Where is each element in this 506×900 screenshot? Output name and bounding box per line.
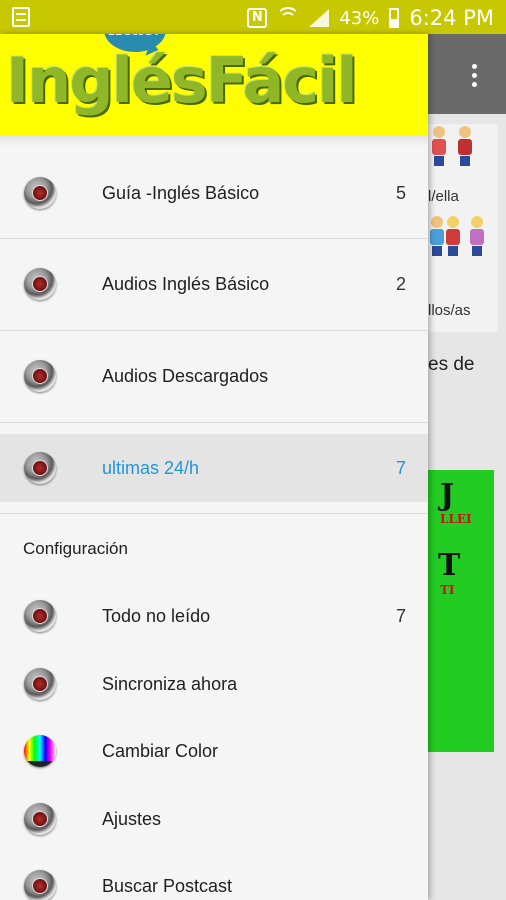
menu-item-cambiar-color[interactable]: Cambiar Color: [0, 717, 428, 785]
menu-item-label: Sincroniza ahora: [102, 674, 238, 694]
app-notification-icon: [12, 7, 30, 27]
menu-item-label: ultimas 24/h: [102, 458, 200, 478]
menu-item-label: Cambiar Color: [102, 741, 219, 761]
recent-icon: [24, 452, 56, 484]
status-bar: N 43% 6:24 PM: [0, 0, 506, 34]
menu-item-buscar-postcast[interactable]: Buscar Postcast: [0, 852, 428, 900]
settings-icon: [24, 803, 56, 835]
card-word: LLEI: [440, 512, 472, 526]
menu-item-audios[interactable]: Audios Inglés Básico 2: [0, 239, 428, 329]
menu-item-count: 5: [395, 183, 406, 203]
wifi-icon: [276, 7, 301, 27]
menu-item-sincroniza[interactable]: Sincroniza ahora: [0, 650, 428, 718]
battery-icon: [389, 8, 400, 28]
nfc-icon: N: [247, 8, 268, 28]
search-icon: [24, 870, 56, 900]
mail-icon: [24, 600, 56, 632]
menu-item-label: Audios Descargados: [102, 366, 269, 386]
card-word: TI: [440, 583, 455, 597]
status-time: 6:24 PM: [409, 6, 494, 30]
divider: [0, 513, 428, 514]
menu-item-ajustes[interactable]: Ajustes: [0, 785, 428, 853]
menu-item-ultimas[interactable]: ultimas 24/h 7: [0, 434, 428, 502]
background-card-green[interactable]: J LLEI T TI: [428, 470, 494, 752]
background-toolbar: [428, 34, 506, 114]
background-app: l/ella llos/as es de J LLEI T TI: [428, 34, 506, 900]
app-logo: InglésFácil: [6, 44, 358, 117]
card-label: l/ella: [428, 188, 459, 205]
download-icon: [24, 360, 56, 392]
menu-item-label: Audios Inglés Básico: [102, 274, 270, 294]
color-palette-icon: [24, 735, 56, 767]
menu-item-label: Buscar Postcast: [102, 876, 233, 896]
menu-item-label: Guía -Inglés Básico: [102, 183, 260, 203]
signal-icon: [309, 9, 330, 27]
menu-item-descargados[interactable]: Audios Descargados: [0, 331, 428, 421]
menu-item-count: 2: [395, 274, 406, 294]
banner-divider: [0, 135, 428, 147]
people-illustration-group: [430, 216, 492, 266]
menu-item-label: Todo no leído: [102, 606, 211, 626]
navigation-drawer: InglésFácil Hello! Guía -Inglés Básico 5…: [0, 34, 428, 900]
menu-item-guia[interactable]: Guía -Inglés Básico 5: [0, 148, 428, 238]
sync-icon: [24, 668, 56, 700]
menu-item-count: 7: [395, 458, 406, 478]
audio-icon: [24, 268, 56, 300]
card-letter: J: [440, 478, 455, 513]
people-illustration: [430, 126, 492, 176]
card-label: llos/as: [428, 302, 471, 319]
drawer-banner: InglésFácil Hello!: [0, 34, 428, 135]
battery-percent: 43%: [339, 7, 380, 29]
card-letter: T: [438, 548, 461, 583]
background-card-people[interactable]: l/ella llos/as: [428, 124, 498, 332]
menu-item-todo-no-leido[interactable]: Todo no leído 7: [0, 582, 428, 650]
background-text: es de: [428, 354, 475, 375]
menu-item-count: 7: [395, 606, 406, 626]
section-title-configuracion: Configuración: [23, 539, 128, 558]
guide-icon: [24, 177, 56, 209]
divider: [0, 422, 428, 423]
menu-item-label: Ajustes: [102, 809, 162, 829]
more-vertical-icon[interactable]: [472, 64, 477, 91]
